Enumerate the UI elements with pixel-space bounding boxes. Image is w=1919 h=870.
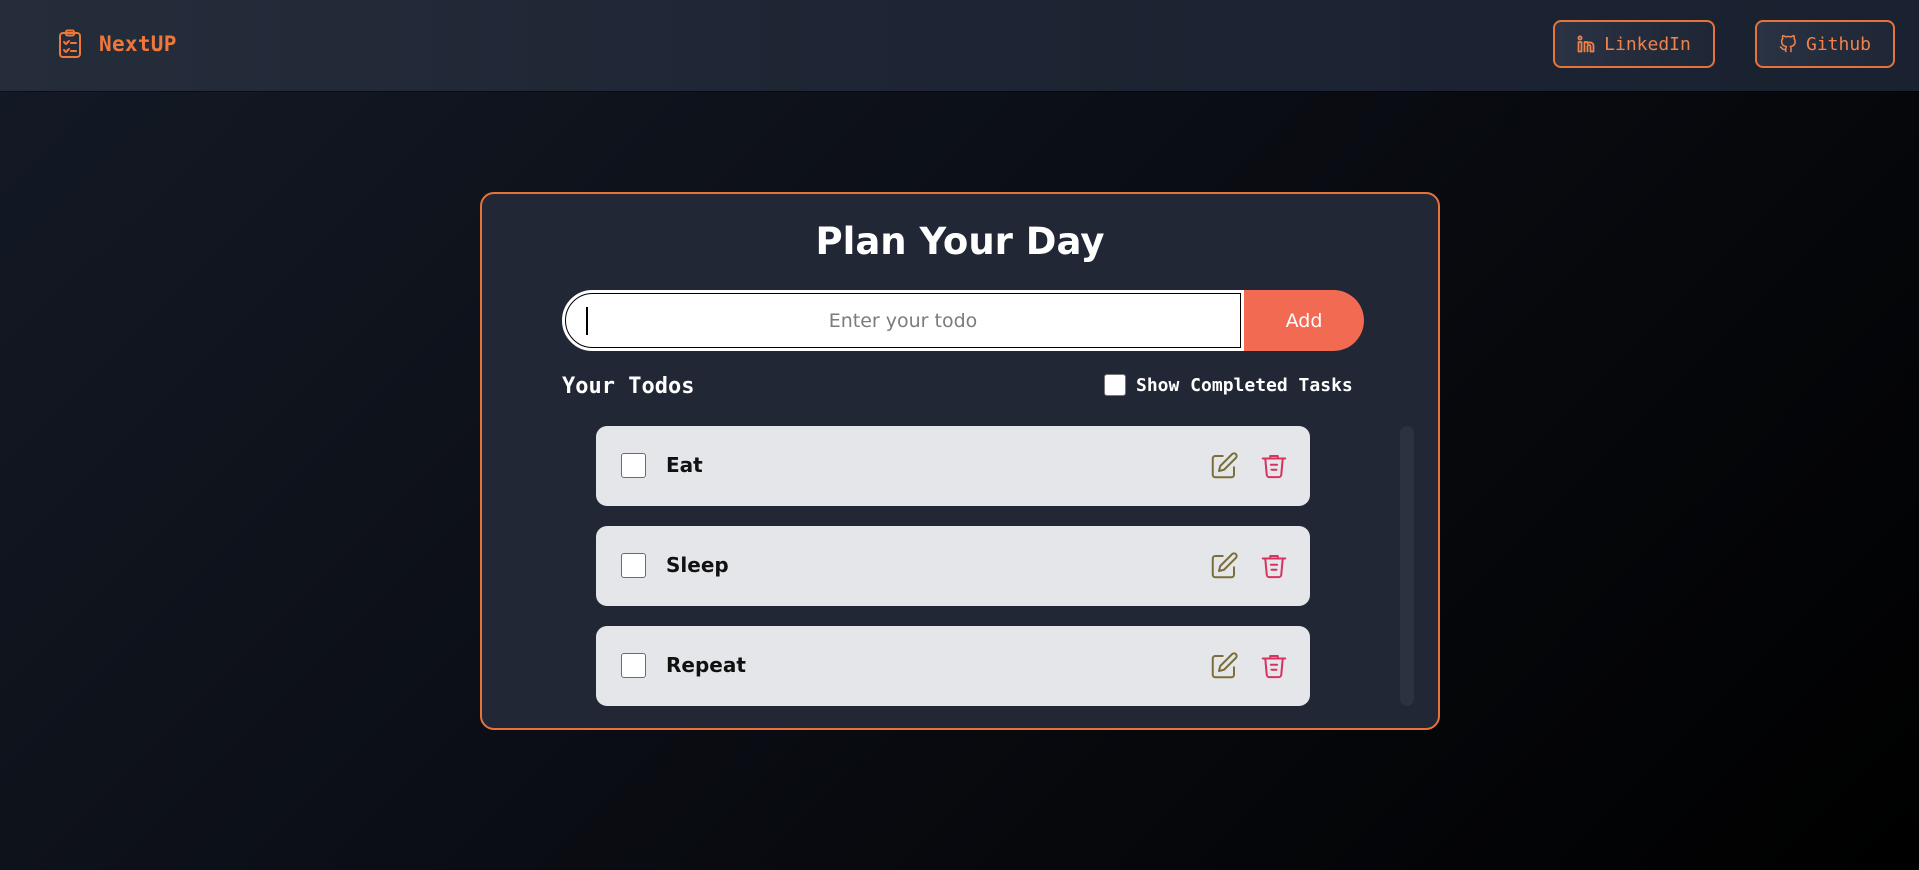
- github-icon: [1779, 35, 1796, 53]
- edit-icon[interactable]: [1209, 551, 1239, 581]
- brand-name: NextUP: [99, 32, 177, 56]
- clipboard-check-icon: [56, 28, 84, 60]
- edit-icon[interactable]: [1209, 651, 1239, 681]
- edit-icon[interactable]: [1209, 451, 1239, 481]
- linkedin-icon: [1577, 35, 1595, 53]
- show-completed-toggle[interactable]: Show Completed Tasks: [1104, 374, 1353, 396]
- todo-list-scrollbar[interactable]: [1400, 426, 1414, 706]
- github-label: Github: [1805, 33, 1872, 55]
- todo-checkbox[interactable]: [621, 453, 646, 478]
- todo-list: Eat Sleep Repeat: [596, 426, 1310, 726]
- todos-heading: Your Todos: [562, 374, 695, 399]
- todo-text: Sleep: [666, 553, 729, 577]
- linkedin-label: LinkedIn: [1604, 33, 1691, 55]
- text-caret: [586, 307, 588, 335]
- todo-text: Eat: [666, 453, 703, 477]
- todo-item: Eat: [596, 426, 1310, 506]
- todo-checkbox[interactable]: [621, 653, 646, 678]
- show-completed-checkbox[interactable]: [1104, 374, 1126, 396]
- show-completed-label: Show Completed Tasks: [1136, 374, 1353, 396]
- navbar: NextUP LinkedIn Github: [0, 0, 1919, 91]
- todo-input[interactable]: [562, 290, 1244, 351]
- brand[interactable]: NextUP: [56, 28, 177, 60]
- linkedin-button[interactable]: LinkedIn: [1553, 20, 1715, 68]
- trash-icon[interactable]: [1259, 651, 1289, 681]
- todo-item: Repeat: [596, 626, 1310, 706]
- todo-text: Repeat: [666, 653, 746, 677]
- todo-checkbox[interactable]: [621, 553, 646, 578]
- trash-icon[interactable]: [1259, 551, 1289, 581]
- github-button[interactable]: Github: [1755, 20, 1895, 68]
- add-button[interactable]: Add: [1244, 290, 1364, 351]
- todo-item: Sleep: [596, 526, 1310, 606]
- page-title: Plan Your Day: [815, 220, 1105, 263]
- trash-icon[interactable]: [1259, 451, 1289, 481]
- todo-card: Plan Your Day Add Your Todos Show Comple…: [480, 192, 1440, 730]
